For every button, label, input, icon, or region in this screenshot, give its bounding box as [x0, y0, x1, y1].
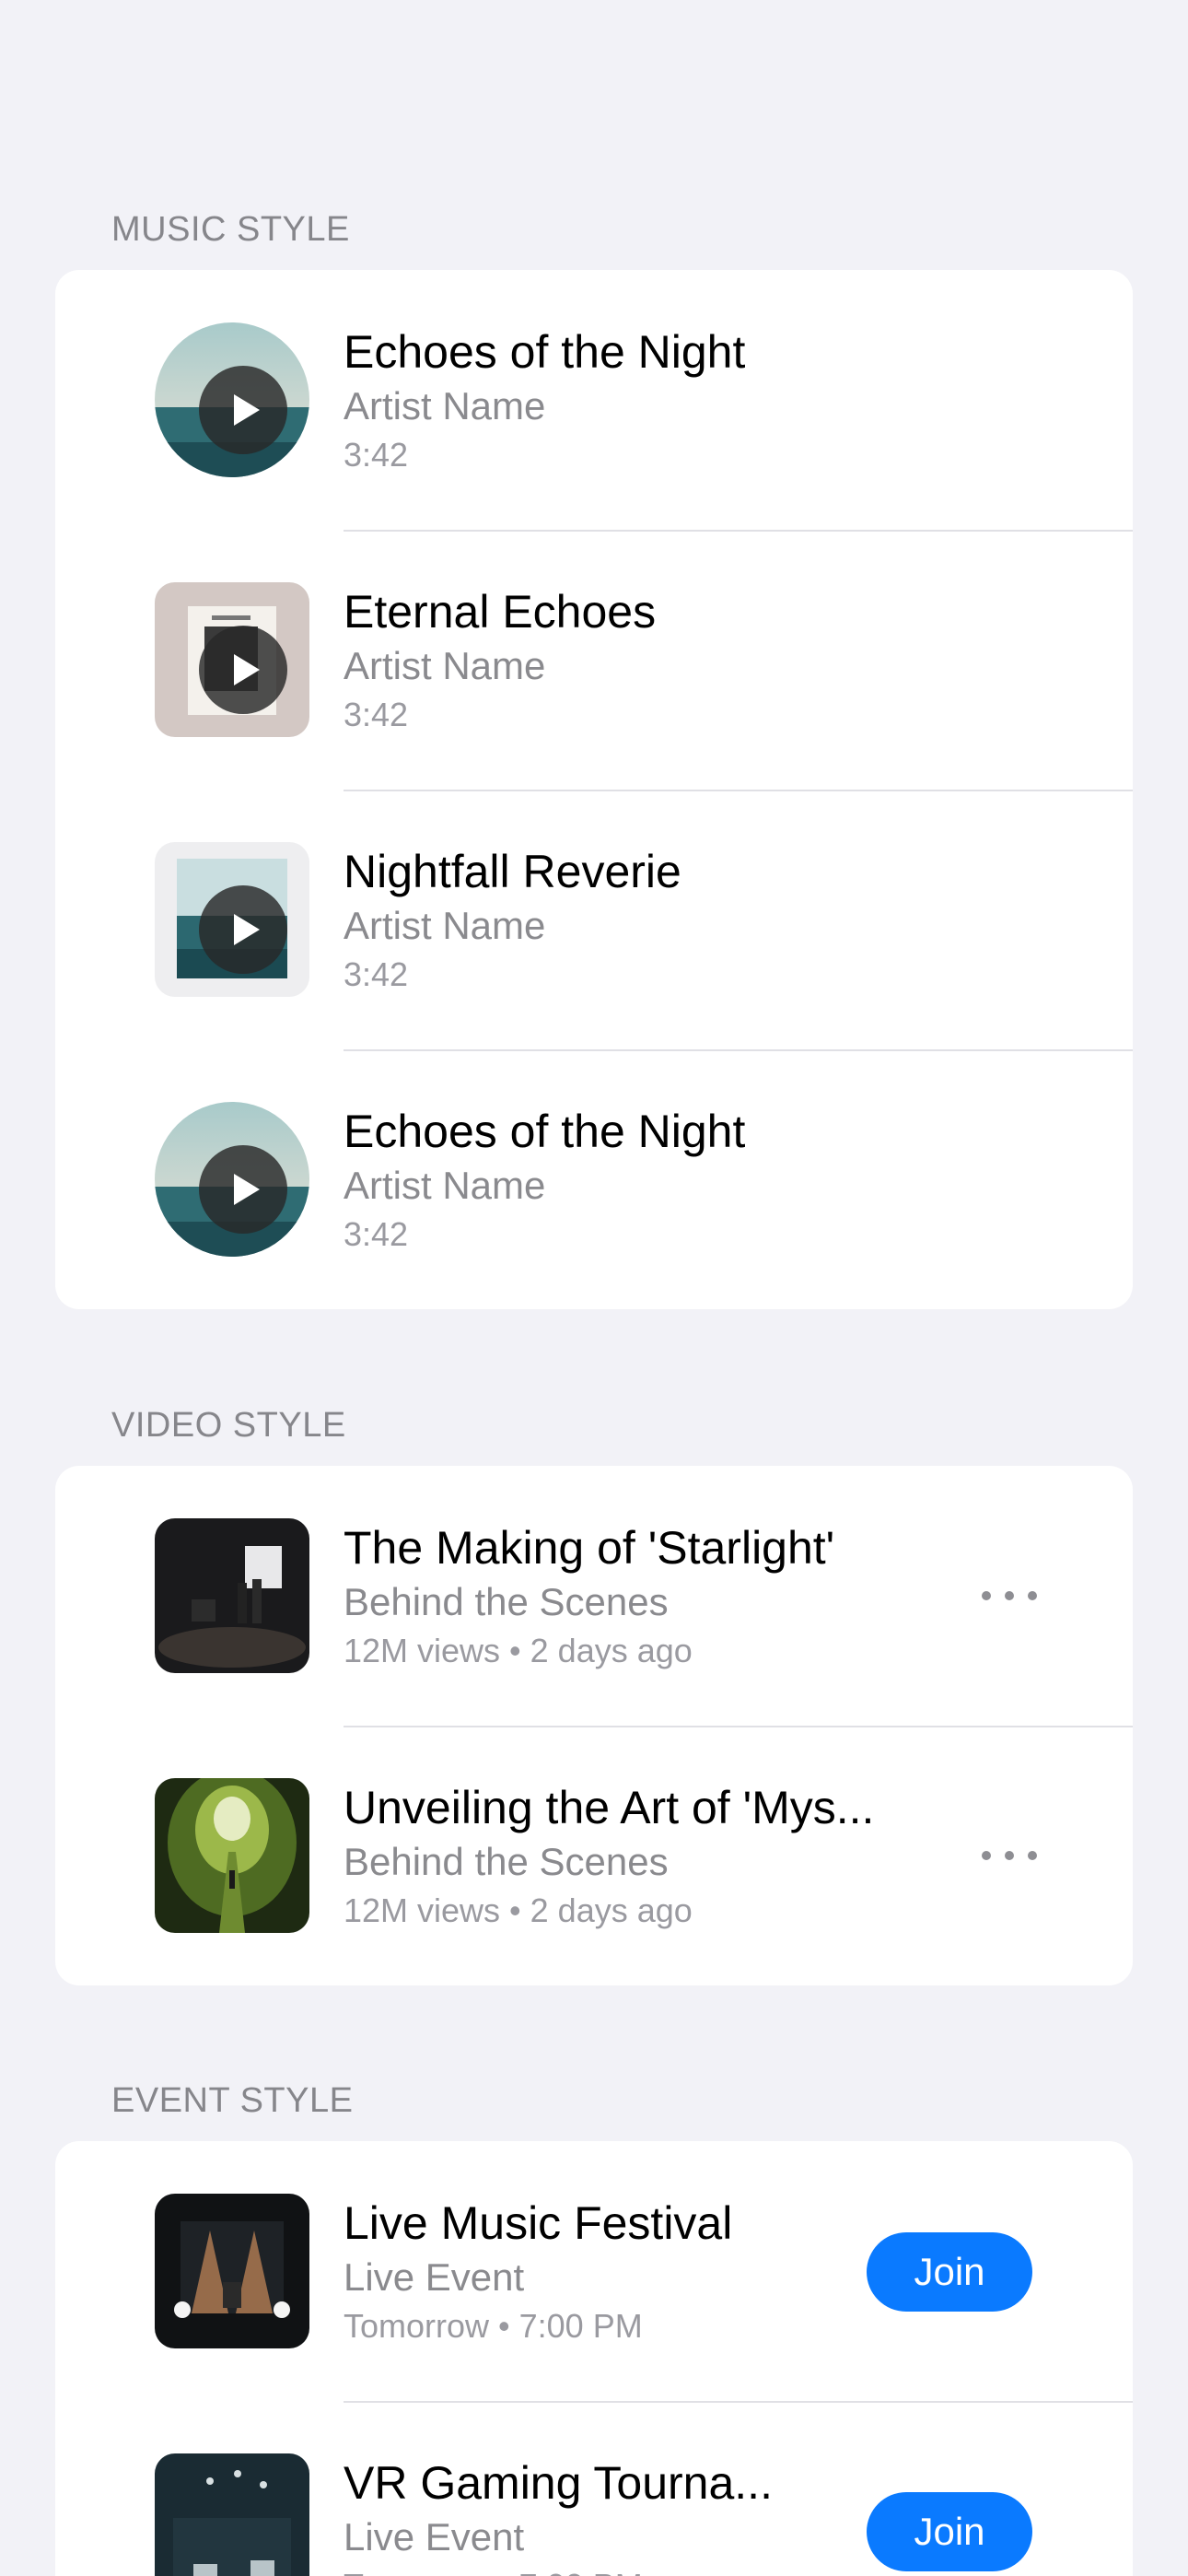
- track-duration: 3:42: [344, 436, 409, 474]
- more-options-icon[interactable]: [982, 1580, 1037, 1611]
- event-type: Live Event: [344, 2515, 525, 2558]
- track-duration: 3:42: [344, 955, 409, 993]
- list-item[interactable]: The Making of 'Starlight' Behind the Sce…: [55, 1466, 1133, 1726]
- section-header-music: MUSIC STYLE: [111, 210, 350, 249]
- event-list: Live Music Festival Live Event Tomorrow …: [55, 2141, 1133, 2576]
- event-title: Live Music Festival: [344, 2197, 733, 2249]
- event-time: Tomorrow • 7:00 PM: [344, 2307, 643, 2345]
- list-item[interactable]: Live Music Festival Live Event Tomorrow …: [55, 2141, 1133, 2401]
- more-options-icon[interactable]: [982, 1840, 1037, 1871]
- list-item[interactable]: VR Gaming Tourna... Live Event Tomorrow …: [55, 2401, 1133, 2576]
- music-list: Echoes of the Night Artist Name 3:42 Ete…: [55, 270, 1133, 1309]
- section-header-event: EVENT STYLE: [111, 2081, 354, 2120]
- video-list: The Making of 'Starlight' Behind the Sce…: [55, 1466, 1133, 1985]
- section-header-video: VIDEO STYLE: [111, 1406, 346, 1445]
- event-title: VR Gaming Tourna...: [344, 2457, 773, 2509]
- artist-name: Artist Name: [344, 644, 546, 687]
- video-thumbnail: [155, 1518, 309, 1673]
- track-title: Nightfall Reverie: [344, 846, 681, 897]
- list-item[interactable]: Unveiling the Art of 'Mys... Behind the …: [55, 1726, 1133, 1985]
- track-title: Echoes of the Night: [344, 1106, 746, 1157]
- join-button[interactable]: Join: [867, 2232, 1032, 2312]
- artist-name: Artist Name: [344, 384, 546, 427]
- event-thumbnail: [155, 2194, 309, 2348]
- event-time: Tomorrow • 7:00 PM: [344, 2567, 643, 2576]
- video-channel: Behind the Scenes: [344, 1840, 669, 1883]
- event-type: Live Event: [344, 2255, 525, 2299]
- list-item[interactable]: Echoes of the Night Artist Name 3:42: [55, 270, 1133, 530]
- list-item[interactable]: Eternal Echoes Artist Name 3:42: [55, 530, 1133, 790]
- event-thumbnail: [155, 2453, 309, 2576]
- play-button[interactable]: [199, 626, 287, 714]
- play-button[interactable]: [199, 1145, 287, 1234]
- track-title: Eternal Echoes: [344, 586, 657, 638]
- list-item[interactable]: Echoes of the Night Artist Name 3:42: [55, 1049, 1133, 1309]
- play-button[interactable]: [199, 885, 287, 974]
- video-channel: Behind the Scenes: [344, 1580, 669, 1623]
- artist-name: Artist Name: [344, 904, 546, 947]
- video-stats: 12M views • 2 days ago: [344, 1891, 693, 1929]
- video-title: The Making of 'Starlight': [344, 1522, 835, 1574]
- list-item[interactable]: Nightfall Reverie Artist Name 3:42: [55, 790, 1133, 1049]
- play-button[interactable]: [199, 366, 287, 454]
- track-title: Echoes of the Night: [344, 326, 746, 378]
- artist-name: Artist Name: [344, 1164, 546, 1207]
- screen: MUSIC STYLE Echoes of the Night Artist N…: [0, 0, 1188, 2576]
- video-title: Unveiling the Art of 'Mys...: [344, 1782, 875, 1833]
- track-duration: 3:42: [344, 696, 409, 733]
- join-button[interactable]: Join: [867, 2492, 1032, 2571]
- video-thumbnail: [155, 1778, 309, 1933]
- video-stats: 12M views • 2 days ago: [344, 1632, 693, 1669]
- track-duration: 3:42: [344, 1215, 409, 1253]
